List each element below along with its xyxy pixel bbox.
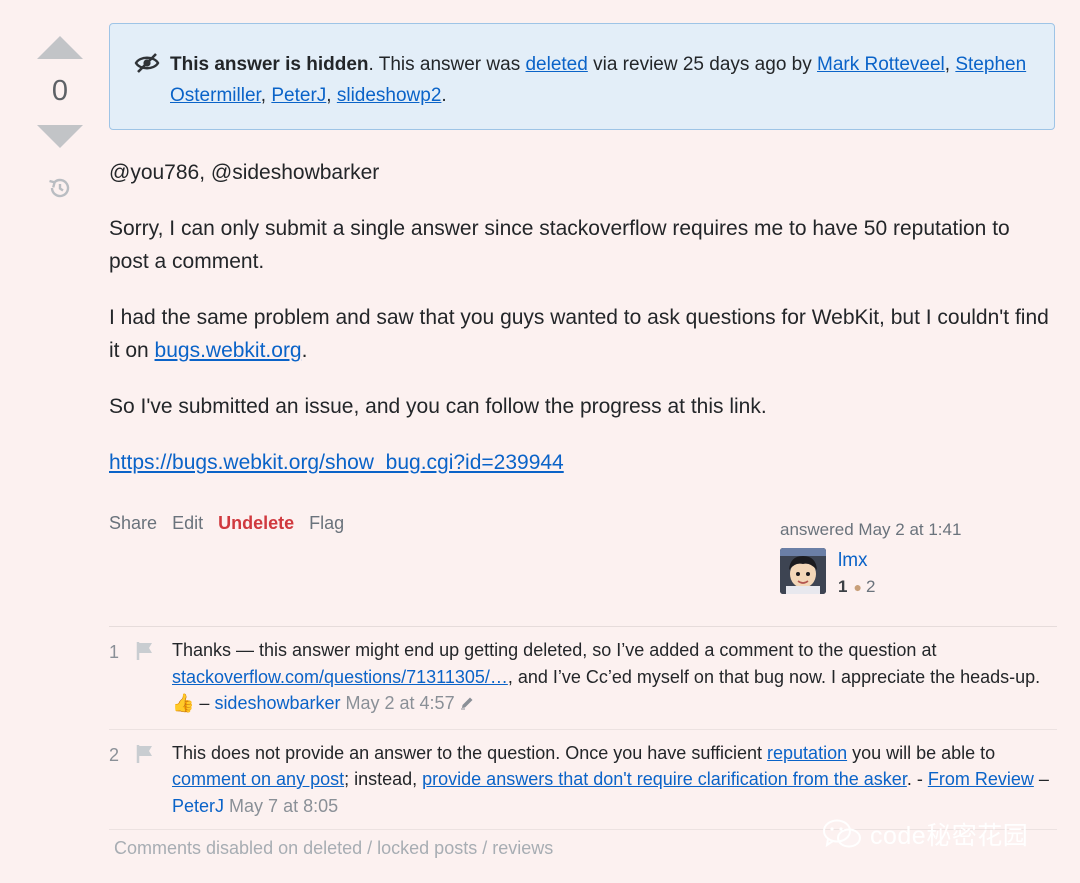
notice-title: This answer is hidden [170,54,369,75]
answered-time: answered May 2 at 1:41 [780,520,962,539]
deleted-link[interactable]: deleted [525,54,587,75]
reviewer-link[interactable]: Mark Rotteveel [817,54,945,75]
reviewer-link[interactable]: slideshowp2 [337,85,442,106]
post-paragraph: @you786, @sideshowbarker [109,161,380,184]
reviewer-link[interactable]: PeterJ [271,85,326,106]
comment-date[interactable]: May 2 at 4:57 [346,693,455,713]
reputation: 1 ● 2 [838,577,875,597]
post-paragraph: Sorry, I can only submit a single answer… [109,217,1010,273]
comment-text: ; instead, [344,769,423,789]
post-menu: Share Edit Undelete Flag [109,513,354,534]
wechat-icon [823,819,861,848]
notice-end: . [441,85,447,106]
flag-icon[interactable] [136,641,154,669]
comment: 1 Thanks — this answer might end up gett… [109,627,1057,730]
comment: 2 This does not provide an answer to the… [109,730,1057,830]
comment-text: Thanks — this answer might end up gettin… [172,640,937,660]
comment-user[interactable]: sideshowbarker [214,693,340,713]
comment-user[interactable]: PeterJ [172,796,224,816]
edit-button[interactable]: Edit [172,513,203,533]
pencil-icon [459,692,475,719]
comment-date[interactable]: May 7 at 8:05 [229,796,338,816]
post-text: . [301,339,308,362]
comment-privilege-link[interactable]: comment on any post [172,769,344,789]
comments-list: 1 Thanks — this answer might end up gett… [109,626,1057,830]
eye-off-icon [134,52,160,84]
from-review-link[interactable]: From Review [928,769,1034,789]
hidden-answer-notice: This answer is hidden. This answer was d… [109,23,1055,130]
flag-button[interactable]: Flag [309,513,344,533]
watermark-text: code秘密花园 [870,822,1029,850]
bronze-badge-count: 2 [865,577,876,596]
bug-link[interactable]: https://bugs.webkit.org/show_bug.cgi?id=… [109,451,564,474]
comments-disabled-notice: Comments disabled on deleted / locked po… [114,838,554,858]
post-paragraph: https://bugs.webkit.org/show_bug.cgi?id=… [109,446,1054,479]
vote-column: 0 [30,30,90,207]
upvote-button[interactable] [37,36,83,59]
comment-text: – [1033,769,1049,789]
user-name[interactable]: lmx [838,550,875,572]
undelete-button[interactable]: Undelete [218,513,294,533]
webkit-link[interactable]: bugs.webkit.org [155,339,302,362]
comment-link[interactable]: stackoverflow.com/questions/71311305/… [172,667,508,687]
notice-text: . This answer was [368,54,526,75]
avatar[interactable] [780,548,826,594]
comment-text: . - [906,769,928,789]
post-paragraph: I had the same problem and saw that you … [109,301,1054,367]
comment-text: you will be able to [847,742,996,763]
watermark: code秘密花园 [822,816,1028,852]
vote-count: 0 [51,75,69,107]
bronze-badge-icon: ● [853,579,862,595]
user-signature: answered May 2 at 1:41 lmx 1 ● 2 [780,520,961,597]
comment-score: 1 [109,642,120,662]
comment-score: 2 [109,744,120,765]
flag-icon[interactable] [136,744,154,772]
comment-text: This does not provide an answer to the q… [172,742,768,763]
share-button[interactable]: Share [109,513,157,533]
post-paragraph: So I've submitted an issue, and you can … [109,395,767,418]
user-info: lmx 1 ● 2 [780,548,961,597]
notice-text: via review 25 days ago by [587,54,818,75]
reputation-link[interactable]: reputation [767,743,847,763]
reputation-score: 1 [838,577,848,596]
downvote-button[interactable] [37,125,83,148]
answer-body: @you786, @sideshowbarker Sorry, I can on… [109,156,1054,502]
history-icon[interactable] [46,174,74,207]
answer-guidance-link[interactable]: provide answers that don't require clari… [422,769,907,789]
